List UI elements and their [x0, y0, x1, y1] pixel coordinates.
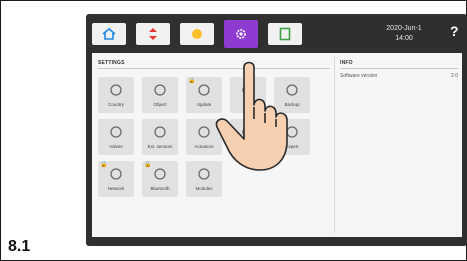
step-label: 8.1 — [8, 238, 31, 255]
pointing-hand-icon — [215, 61, 288, 171]
tab-log[interactable] — [268, 23, 302, 45]
up-down-arrows-icon — [149, 28, 157, 40]
time-text: 14:00 — [395, 35, 413, 42]
document-icon — [279, 27, 291, 41]
sun-icon — [192, 29, 202, 39]
tab-flow[interactable] — [136, 23, 170, 45]
gear-icon — [236, 29, 246, 39]
top-bar: 2020-Jun-1 14:00 ? — [86, 18, 467, 48]
date-text: 2020-Jun-1 — [386, 25, 422, 32]
home-icon — [102, 28, 116, 40]
settings-screen: SETTINGS CountryObject🔒UpdateDateBackupV… — [92, 53, 462, 237]
tab-settings[interactable] — [224, 20, 258, 48]
pointing-hand-illustration — [215, 61, 288, 171]
help-button[interactable]: ? — [450, 23, 459, 39]
tab-weather[interactable] — [180, 23, 214, 45]
date-time: 2020-Jun-1 14:00 — [368, 24, 440, 44]
tab-home[interactable] — [92, 23, 126, 45]
